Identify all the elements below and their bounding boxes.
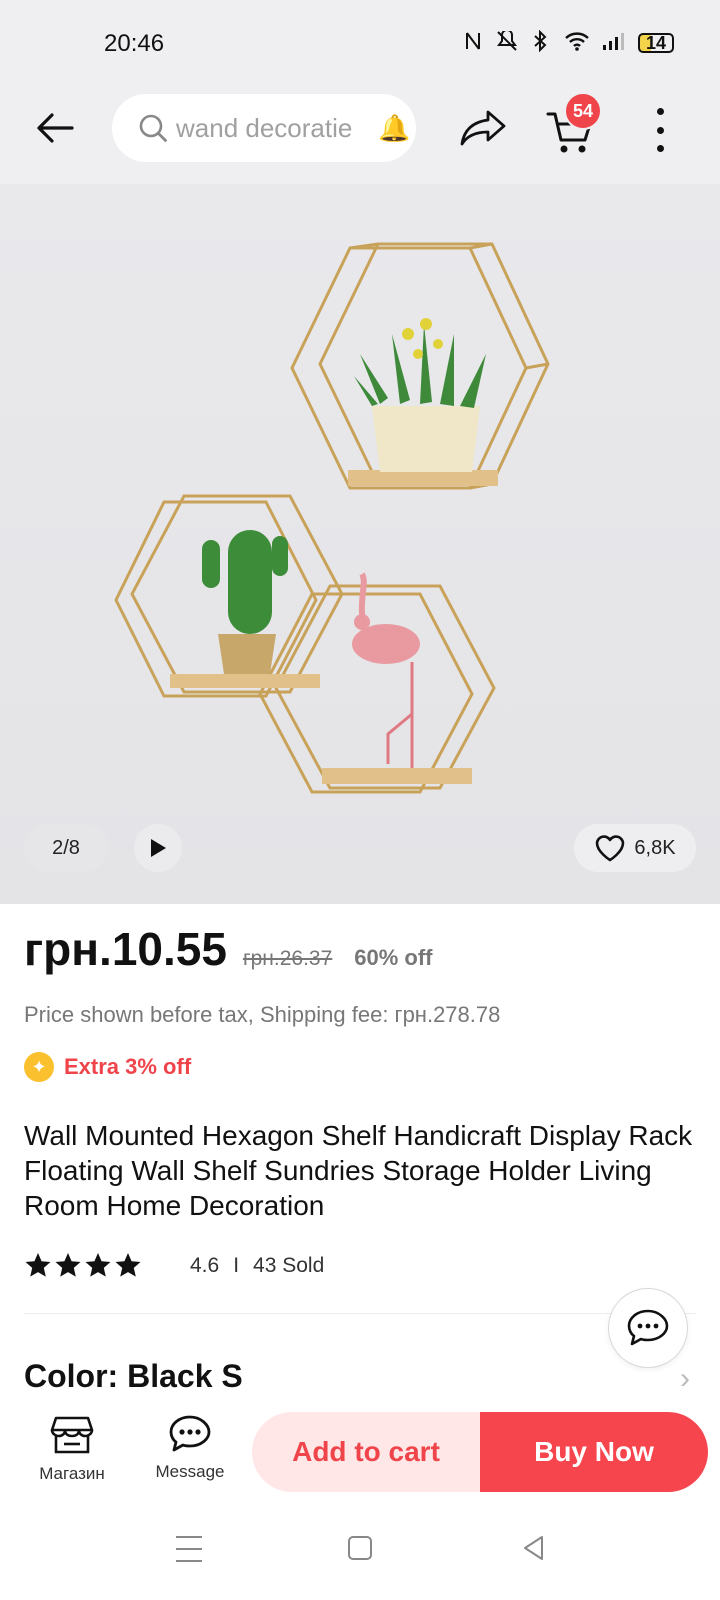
cart-count-badge: 54 [564, 92, 602, 130]
share-button[interactable] [458, 106, 510, 150]
add-to-cart-button[interactable]: Add to cart [252, 1412, 480, 1492]
status-time: 20:46 [104, 30, 165, 57]
store-icon [50, 1416, 94, 1454]
search-bar[interactable]: 🔔 [112, 94, 416, 162]
share-icon [460, 110, 506, 146]
menu-line [176, 1548, 202, 1550]
buy-now-button[interactable]: Buy Now [480, 1412, 708, 1492]
mute-icon [494, 29, 520, 54]
bluetooth-icon [532, 29, 552, 55]
arrow-left-icon [37, 113, 74, 143]
more-dot [656, 126, 664, 134]
color-selector[interactable]: Color: Black S [24, 1358, 243, 1395]
wishlist-count: 6,8K [634, 836, 676, 859]
status-icons: 14 [464, 29, 674, 55]
play-icon [151, 839, 166, 857]
product-image[interactable]: 2/8 6,8K [0, 184, 720, 904]
divider [24, 1313, 696, 1314]
more-dot [656, 108, 664, 115]
current-price: грн.10.55 [24, 923, 227, 975]
search-input[interactable] [176, 112, 376, 144]
discount-label: 60% off [354, 945, 433, 970]
product-photo [114, 242, 550, 794]
system-nav-bar [0, 1512, 720, 1600]
wishlist-button[interactable]: 6,8K [574, 824, 696, 872]
stars-icon [25, 1253, 158, 1277]
tax-shipping-note: Price shown before tax, Shipping fee: гр… [24, 1002, 501, 1027]
message-icon [169, 1415, 211, 1452]
sold-count: 43 Sold [253, 1254, 325, 1277]
message-label: Message [155, 1462, 225, 1481]
bottom-action-bar: Магазин Message Add to cart Buy Now [0, 1392, 720, 1512]
extra-discount[interactable]: ✦ Extra 3% off [24, 1052, 191, 1082]
rating-value: 4.6 [190, 1254, 220, 1277]
sparkle-icon: ✦ [24, 1052, 54, 1082]
original-price: грн.26.37 [242, 947, 333, 970]
signal-icon [602, 31, 626, 54]
bell-icon: 🔔 [378, 112, 411, 143]
star-rating [24, 1252, 172, 1280]
price-row: грн.10.55 грн.26.37 60% off [24, 922, 433, 976]
rating-separator: I [233, 1254, 240, 1277]
triangle-back-icon [524, 1536, 543, 1560]
message-button[interactable]: Message [148, 1414, 232, 1494]
back-button[interactable] [34, 106, 78, 150]
chat-float-button[interactable] [608, 1288, 688, 1368]
rating-row[interactable]: 4.6 I 43 Sold [24, 1252, 324, 1280]
top-bar: 🔔 54 [0, 90, 720, 184]
heart-icon [596, 835, 625, 862]
chat-bubble-icon [627, 1309, 669, 1346]
menu-line [176, 1560, 202, 1562]
play-video-button[interactable] [134, 824, 182, 872]
product-title: Wall Mounted Hexagon Shelf Handicraft Di… [24, 1120, 693, 1221]
image-counter: 2/8 [24, 824, 108, 872]
home-button[interactable] [348, 1536, 372, 1560]
nfc-icon [464, 31, 482, 54]
extra-discount-label: Extra 3% off [64, 1054, 192, 1079]
store-button[interactable]: Магазин [30, 1414, 114, 1494]
more-dot [656, 145, 664, 152]
wifi-icon [564, 31, 590, 54]
menu-line [176, 1536, 202, 1538]
more-options-button[interactable] [648, 108, 672, 152]
battery-icon: 14 [638, 32, 674, 53]
status-bar: 20:46 14 [0, 0, 720, 90]
store-label: Магазин [39, 1464, 105, 1483]
search-icon [139, 114, 167, 142]
system-back-button[interactable] [520, 1534, 548, 1562]
chevron-right-icon[interactable]: › [680, 1362, 690, 1396]
recent-apps-button[interactable] [176, 1536, 202, 1562]
